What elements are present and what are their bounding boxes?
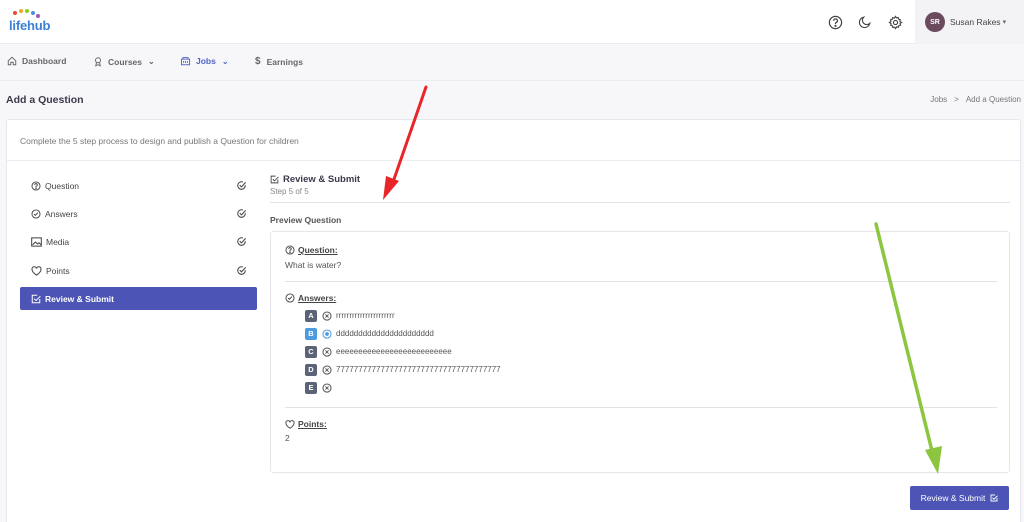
points-heading: Points: [285, 419, 327, 429]
check-circle-icon [31, 208, 41, 219]
dollar-icon: $ [255, 56, 261, 67]
answer-row-c: C eeeeeeeeeeeeeeeeeeeeeeeeee [305, 345, 452, 358]
check-square-icon [31, 294, 41, 303]
heart-icon [285, 419, 295, 429]
chevron-down-icon: ▾ [1002, 19, 1007, 26]
incorrect-x-icon [322, 346, 332, 357]
incorrect-x-icon [322, 364, 332, 375]
nav-courses-label: Courses [108, 56, 143, 67]
review-submit-button-label: Review & Submit [920, 493, 986, 503]
settings-gear-icon[interactable] [886, 13, 904, 31]
building-icon [180, 57, 191, 66]
nav-dashboard[interactable]: Dashboard [7, 56, 66, 66]
breadcrumb-current: Add a Question [965, 95, 1021, 104]
wizard-card: Complete the 5 step process to design an… [6, 119, 1021, 522]
correct-radio-icon [322, 328, 332, 339]
step-media[interactable]: Media [20, 230, 257, 253]
step-label: Answers [45, 208, 78, 219]
home-icon [7, 56, 17, 66]
preview-label: Preview Question [270, 215, 342, 225]
points-value: 2 [285, 433, 290, 443]
help-circle-icon [31, 180, 41, 191]
avatar: SR [925, 12, 945, 32]
review-title-text: Review & Submit [283, 174, 361, 185]
chevron-down-icon: ⌄ [221, 56, 229, 66]
breadcrumb: Jobs > Add a Question [930, 95, 1021, 104]
answer-letter: A [305, 309, 317, 322]
answer-text: 7777777777777777777777777777777777777 [336, 365, 501, 374]
answer-row-e: E [305, 381, 336, 394]
question-heading-text: Question: [298, 245, 338, 255]
step-label: Review & Submit [45, 293, 114, 304]
page-title: Add a Question [6, 94, 84, 106]
check-done-icon [237, 209, 247, 218]
review-title: Review & Submit [270, 174, 360, 185]
logo-text: lifehub [9, 18, 51, 33]
step-indicator: Step 5 of 5 [270, 187, 309, 196]
answer-text: dddddddddddddddddddddd [336, 329, 434, 338]
answer-row-a: A rrrrrrrrrrrrrrrrrrrrrr [305, 309, 395, 322]
answer-letter: E [305, 381, 317, 394]
chevron-down-icon: ⌄ [148, 57, 155, 66]
breadcrumb-jobs[interactable]: Jobs [930, 95, 947, 104]
check-square-icon [990, 494, 999, 502]
preview-box: Question: What is water? Answers: A rrrr… [270, 231, 1010, 473]
nav-jobs-label: Jobs [196, 56, 216, 66]
points-heading-text: Points: [298, 419, 327, 429]
step-label: Media [46, 236, 70, 247]
nav-dashboard-label: Dashboard [22, 56, 67, 66]
step-review-submit[interactable]: Review & Submit [20, 287, 257, 310]
divider [285, 281, 997, 282]
main-nav: Dashboard Courses ⌄ Jobs ⌄ $ Earnings [0, 44, 1024, 81]
check-square-icon [270, 175, 279, 184]
step-points[interactable]: Points [20, 259, 257, 282]
dark-mode-icon[interactable] [856, 13, 874, 31]
user-name: Susan Rakes [950, 17, 1001, 27]
answer-letter: D [305, 363, 317, 376]
nav-earnings-label: Earnings [266, 56, 303, 67]
check-done-icon [237, 181, 247, 190]
breadcrumb-separator: > [954, 95, 959, 104]
incorrect-x-icon [322, 382, 332, 393]
answer-row-b: B dddddddddddddddddddddd [305, 327, 434, 340]
review-submit-button[interactable]: Review & Submit [910, 486, 1009, 510]
step-label: Question [45, 180, 80, 191]
image-icon [31, 236, 42, 247]
check-circle-icon [285, 293, 295, 303]
step-answers[interactable]: Answers [20, 202, 257, 225]
nav-jobs[interactable]: Jobs ⌄ [180, 56, 229, 66]
question-heading: Question: [285, 245, 338, 255]
answers-heading-text: Answers: [298, 293, 337, 303]
answer-text: eeeeeeeeeeeeeeeeeeeeeeeeee [336, 347, 452, 356]
divider [285, 407, 997, 408]
incorrect-x-icon [322, 310, 332, 321]
check-done-icon [237, 266, 247, 275]
answers-heading: Answers: [285, 293, 336, 303]
help-icon[interactable] [826, 13, 844, 31]
user-menu[interactable]: SR Susan Rakes ▾ [915, 0, 1024, 44]
top-bar: lifehub SR Susan Rakes ▾ [0, 0, 1024, 44]
answer-letter: C [305, 345, 317, 358]
question-value: What is water? [285, 260, 342, 270]
card-header: Complete the 5 step process to design an… [7, 120, 1020, 161]
step-label: Points [46, 265, 70, 276]
card-intro-text: Complete the 5 step process to design an… [20, 136, 299, 146]
nav-earnings[interactable]: $ Earnings [255, 56, 303, 67]
answer-text: rrrrrrrrrrrrrrrrrrrrrr [336, 311, 395, 320]
help-circle-icon [285, 245, 295, 255]
award-icon [95, 57, 101, 67]
answer-letter: B [305, 327, 317, 340]
check-done-icon [237, 237, 247, 246]
divider [270, 202, 1010, 203]
answer-row-d: D 7777777777777777777777777777777777777 [305, 363, 501, 376]
app-logo[interactable]: lifehub [9, 9, 53, 33]
nav-courses[interactable]: Courses ⌄ [93, 56, 155, 67]
heart-icon [31, 265, 42, 276]
step-question[interactable]: Question [20, 174, 257, 197]
